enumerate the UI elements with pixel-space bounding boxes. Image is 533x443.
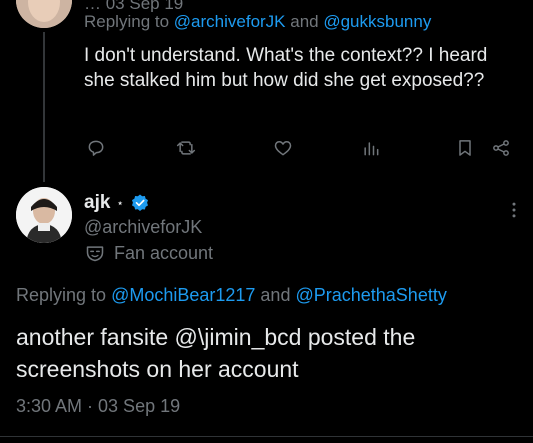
mention-link[interactable]: @PrachethaShetty xyxy=(295,285,446,305)
fan-account-label: Fan account xyxy=(84,242,213,264)
author-display-name[interactable]: ajk xyxy=(84,192,110,214)
divider xyxy=(0,436,533,437)
parent-action-bar xyxy=(84,136,516,160)
reply-button[interactable] xyxy=(84,136,108,160)
mask-icon xyxy=(84,242,106,264)
main-tweet-text: another fansite @\jimin_bcd posted the s… xyxy=(16,324,416,382)
main-replying-to: Replying to @MochiBear1217 and @Pracheth… xyxy=(16,285,447,306)
heart-icon xyxy=(274,141,292,156)
replying-joiner: and xyxy=(285,12,324,31)
name-star-suffix: ⋆ xyxy=(116,196,124,210)
parent-tweet-text: I don't understand. What's the context??… xyxy=(84,45,488,91)
tweet-thread: … 03 Sep 19 Replying to @archiveforJK an… xyxy=(0,0,533,443)
thread-connector-line xyxy=(43,32,45,182)
parent-header-partial: … 03 Sep 19 xyxy=(84,0,184,12)
mention-link[interactable]: @MochiBear1217 xyxy=(111,285,255,305)
views-button[interactable] xyxy=(359,136,383,160)
bookmark-button[interactable] xyxy=(453,136,477,160)
tweet-timestamp[interactable]: 3:30 AM · 03 Sep 19 xyxy=(16,396,180,417)
verified-badge-icon[interactable] xyxy=(130,193,150,213)
parent-replying-to: Replying to @archiveforJK and @gukksbunn… xyxy=(84,12,431,32)
fan-account-text: Fan account xyxy=(114,242,214,263)
replying-joiner: and xyxy=(255,285,296,305)
like-button[interactable] xyxy=(271,136,295,160)
reply-icon xyxy=(88,140,104,156)
more-vertical-icon xyxy=(512,202,516,218)
retweet-icon xyxy=(176,141,196,155)
share-icon xyxy=(493,140,509,156)
views-icon xyxy=(364,142,379,156)
main-avatar[interactable] xyxy=(16,187,72,243)
mention-link[interactable]: @archiveforJK xyxy=(174,12,286,31)
author-handle[interactable]: @archiveforJK xyxy=(84,217,202,238)
more-options-button[interactable] xyxy=(505,198,523,222)
share-button[interactable] xyxy=(489,136,513,160)
author-name-row: ajk ⋆ xyxy=(84,191,150,215)
retweet-button[interactable] xyxy=(174,136,198,160)
mention-link[interactable]: @gukksbunny xyxy=(323,12,431,31)
replying-prefix: Replying to xyxy=(84,12,174,31)
parent-avatar[interactable] xyxy=(16,0,72,28)
bookmark-icon xyxy=(459,140,471,156)
replying-prefix: Replying to xyxy=(16,285,112,305)
